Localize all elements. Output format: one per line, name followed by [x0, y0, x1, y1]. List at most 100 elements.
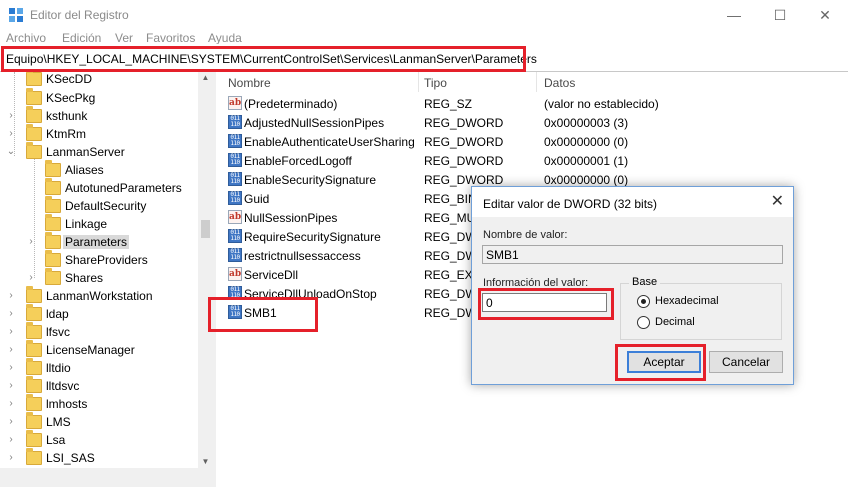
chevron-right-icon[interactable]: ›: [26, 236, 36, 248]
tree-item-ktmrm[interactable]: › KtmRm: [0, 124, 200, 143]
scroll-up-icon[interactable]: ▲: [198, 72, 213, 84]
tree-item-ksthunk[interactable]: › ksthunk: [0, 106, 200, 125]
tree-item-lsa[interactable]: › Lsa: [0, 430, 200, 449]
value-name-field: SMB1: [482, 245, 783, 264]
column-header-name[interactable]: Nombre: [228, 76, 271, 90]
value-name-label: Nombre de valor:: [483, 229, 568, 241]
chevron-right-icon[interactable]: ›: [6, 452, 16, 464]
minimize-button[interactable]: —: [711, 0, 757, 30]
tree-item-lanmanserver[interactable]: ⌄ LanmanServer: [0, 142, 200, 161]
folder-icon: [26, 88, 42, 105]
maximize-button[interactable]: ☐: [757, 0, 803, 30]
chevron-right-icon[interactable]: ›: [6, 380, 16, 392]
chevron-down-icon[interactable]: ⌄: [6, 146, 16, 158]
value-type: REG_DWORD: [424, 116, 504, 130]
close-button[interactable]: ✕: [802, 0, 848, 30]
folder-icon: [26, 394, 42, 411]
binary-value-icon: 011 110: [228, 134, 242, 148]
column-header-type[interactable]: Tipo: [424, 76, 447, 90]
string-value-icon: ab: [228, 96, 242, 110]
cancel-button[interactable]: Cancelar: [709, 351, 783, 373]
decimal-label[interactable]: Decimal: [655, 316, 695, 328]
tree-item-label: LanmanServer: [46, 145, 125, 159]
menu-edicion[interactable]: Edición: [62, 31, 101, 45]
tree-item-lfsvc[interactable]: › lfsvc: [0, 322, 200, 341]
tree-item-label: KtmRm: [46, 127, 86, 141]
tree-item-lms[interactable]: › LMS: [0, 412, 200, 431]
folder-icon: [26, 430, 42, 447]
string-value-icon: ab: [228, 210, 242, 224]
hexadecimal-radio[interactable]: [637, 295, 650, 308]
chevron-right-icon[interactable]: ›: [6, 290, 16, 302]
tree-item-lltdio[interactable]: › lltdio: [0, 358, 200, 377]
hexadecimal-label[interactable]: Hexadecimal: [655, 295, 719, 307]
tree-item-lmhosts[interactable]: › lmhosts: [0, 394, 200, 413]
value-row-enableauthenticateusersharing[interactable]: 011 110 EnableAuthenticateUserSharing REG…: [216, 132, 848, 151]
tree-item-lsi-sas[interactable]: › LSI_SAS: [0, 448, 200, 467]
chevron-right-icon[interactable]: ›: [6, 398, 16, 410]
value-name: (Predeterminado): [244, 97, 338, 111]
tree-item-shareproviders[interactable]: ShareProviders: [0, 250, 200, 269]
value-name: EnableForcedLogoff: [244, 154, 352, 168]
binary-value-icon: 011 110: [228, 115, 242, 129]
binary-value-icon: 011 110: [228, 153, 242, 167]
chevron-right-icon[interactable]: ›: [6, 308, 16, 320]
column-separator[interactable]: [418, 72, 419, 92]
tree-horizontal-scrollbar[interactable]: [0, 468, 213, 487]
tree-item-label: KSecPkg: [46, 91, 96, 105]
tree-item-linkage[interactable]: Linkage: [0, 214, 200, 233]
tree-item-aliases[interactable]: Aliases: [0, 160, 200, 179]
menu-favoritos[interactable]: Favoritos: [146, 31, 195, 45]
value-row-predeterminado[interactable]: ab (Predeterminado) REG_SZ (valor no est…: [216, 94, 848, 113]
folder-icon: [26, 340, 42, 357]
tree-item-ksecdd[interactable]: KSecDD: [0, 72, 200, 88]
value-row-adjustednullsessionpipes[interactable]: 011 110 AdjustedNullSessionPipes REG_DWOR…: [216, 113, 848, 132]
tree-item-label: ShareProviders: [65, 253, 148, 267]
tree-item-label: lmhosts: [46, 397, 88, 411]
menu-ver[interactable]: Ver: [115, 31, 133, 45]
menu-ayuda[interactable]: Ayuda: [208, 31, 242, 45]
value-name: AdjustedNullSessionPipes: [244, 116, 385, 130]
dialog-title: Editar valor de DWORD (32 bits): [483, 197, 658, 211]
chevron-right-icon[interactable]: ›: [26, 272, 36, 284]
tree-item-ksecpkg[interactable]: KSecPkg: [0, 88, 200, 107]
tree-vertical-scrollbar[interactable]: ▲ ▼: [198, 72, 213, 468]
tree-item-lltdsvc[interactable]: › lltdsvc: [0, 376, 200, 395]
tree-item-label: lltdsvc: [46, 379, 80, 393]
tree-item-defaultsecurity[interactable]: DefaultSecurity: [0, 196, 200, 215]
folder-icon: [45, 250, 61, 267]
scroll-thumb[interactable]: [201, 220, 210, 238]
folder-icon: [26, 304, 42, 321]
value-row-enableforcedlogoff[interactable]: 011 110 EnableForcedLogoff REG_DWORD 0x00…: [216, 151, 848, 170]
column-separator[interactable]: [536, 72, 537, 92]
tree-item-autotunedparameters[interactable]: AutotunedParameters: [0, 178, 200, 197]
binary-value-icon: 011 110: [228, 172, 242, 186]
folder-icon: [26, 286, 42, 303]
decimal-radio[interactable]: [637, 316, 650, 329]
address-highlight-box: [1, 46, 526, 72]
value-type: REG_SZ: [424, 97, 473, 111]
chevron-right-icon[interactable]: ›: [6, 416, 16, 428]
value-type: REG_DWORD: [424, 135, 504, 149]
folder-open-icon: [26, 142, 42, 159]
value-type: REG_DWORD: [424, 154, 504, 168]
title-bar: Editor del Registro — ☐ ✕: [0, 0, 848, 30]
tree-item-parameters[interactable]: › Parameters: [0, 232, 200, 251]
tree-item-lanmanworkstation[interactable]: › LanmanWorkstation: [0, 286, 200, 305]
menu-archivo[interactable]: Archivo: [6, 31, 46, 45]
tree-item-shares[interactable]: › Shares: [0, 268, 200, 287]
window-title: Editor del Registro: [30, 8, 129, 22]
chevron-right-icon[interactable]: ›: [6, 128, 16, 140]
tree-item-ldap[interactable]: › ldap: [0, 304, 200, 323]
dialog-close-icon[interactable]: ✕: [771, 191, 784, 211]
value-data-highlight-box: [478, 288, 614, 320]
column-header-data[interactable]: Datos: [544, 76, 575, 90]
chevron-right-icon[interactable]: ›: [6, 362, 16, 374]
chevron-right-icon[interactable]: ›: [6, 434, 16, 446]
chevron-right-icon[interactable]: ›: [6, 110, 16, 122]
chevron-right-icon[interactable]: ›: [6, 344, 16, 356]
address-bar[interactable]: Equipo\HKEY_LOCAL_MACHINE\SYSTEM\Current…: [0, 44, 848, 72]
scroll-down-icon[interactable]: ▼: [198, 456, 213, 468]
tree-item-licensemanager[interactable]: › LicenseManager: [0, 340, 200, 359]
chevron-right-icon[interactable]: ›: [6, 326, 16, 338]
